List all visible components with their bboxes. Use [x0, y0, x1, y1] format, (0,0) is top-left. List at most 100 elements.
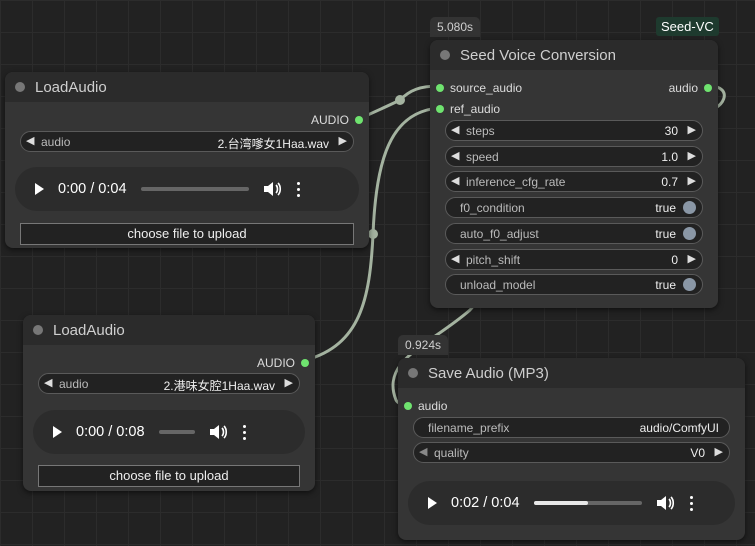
output-slot-audio[interactable]: audio [669, 81, 712, 95]
node-title-bar[interactable]: LoadAudio [23, 315, 315, 345]
output-slot-row: AUDIO [23, 351, 315, 372]
output-slot-audio[interactable]: AUDIO [311, 113, 363, 127]
volume-icon[interactable] [263, 181, 283, 197]
play-icon[interactable] [428, 497, 437, 509]
output-label: AUDIO [310, 113, 349, 127]
arrow-left-icon[interactable]: ◀ [44, 376, 52, 389]
pitch-shift-number-widget[interactable]: ◀ pitch_shift 0 ▶ [445, 249, 703, 270]
seek-bar[interactable] [140, 187, 249, 191]
steps-number-widget[interactable]: ◀ steps 30 ▶ [445, 120, 703, 141]
collapse-dot-icon[interactable] [33, 325, 43, 335]
toggle-knob-icon[interactable] [683, 227, 696, 240]
kebab-menu-icon[interactable] [296, 181, 301, 197]
volume-icon[interactable] [656, 495, 676, 511]
widget-label: inference_cfg_rate [466, 175, 566, 189]
speed-number-widget[interactable]: ◀ speed 1.0 ▶ [445, 146, 703, 167]
output-slot-audio[interactable]: AUDIO [257, 356, 309, 370]
arrow-left-icon[interactable]: ◀ [26, 134, 34, 147]
widget-label: pitch_shift [466, 253, 521, 267]
audio-player[interactable]: 0:00 / 0:04 [15, 167, 359, 211]
play-icon[interactable] [53, 426, 62, 438]
audio-file-combo[interactable]: ◀ audio 2.台湾嗲女1Haa.wav ▶ [20, 131, 354, 152]
widget-value: true [655, 278, 676, 292]
input-dot-icon[interactable] [404, 402, 412, 410]
widget-value: audio/ComfyUI [639, 421, 719, 435]
seed-voice-conversion-node[interactable]: Seed Voice Conversion source_audio audio… [430, 40, 718, 308]
input-slot-source-audio[interactable]: source_audio [436, 81, 522, 95]
combo-value: 2.台湾嗲女1Haa.wav [217, 137, 329, 151]
widget-label: f0_condition [460, 201, 525, 215]
audio-player[interactable]: 0:02 / 0:04 [408, 481, 735, 525]
decrement-arrow-icon[interactable]: ◀ [451, 123, 459, 136]
seek-bar[interactable] [158, 430, 195, 434]
increment-arrow-icon[interactable]: ▶ [688, 252, 696, 265]
decrement-arrow-icon[interactable]: ◀ [451, 149, 459, 162]
slot-row-ref: ref_audio [430, 97, 718, 118]
seek-bar[interactable] [533, 501, 642, 505]
output-label: AUDIO [256, 356, 295, 370]
arrow-right-icon[interactable]: ▶ [339, 134, 347, 147]
toggle-knob-icon[interactable] [683, 201, 696, 214]
load-audio-node-2[interactable]: LoadAudio AUDIO ◀ audio 2.港味女腔1Haa.wav ▶… [23, 315, 315, 491]
wire-midpoint-2 [368, 229, 378, 239]
player-time: 0:00 / 0:08 [76, 424, 145, 440]
arrow-right-icon[interactable]: ▶ [285, 376, 293, 389]
execution-time-badge: 5.080s [430, 17, 481, 37]
node-title-bar[interactable]: Seed Voice Conversion [430, 40, 718, 70]
combo-label: audio [41, 135, 71, 149]
quality-combo[interactable]: ◀ quality V0 ▶ [413, 442, 730, 463]
node-title: Seed Voice Conversion [460, 46, 616, 64]
output-slot-row: AUDIO [5, 108, 369, 129]
collapse-dot-icon[interactable] [440, 50, 450, 60]
decrement-arrow-icon[interactable]: ◀ [451, 174, 459, 187]
kebab-menu-icon[interactable] [242, 424, 247, 440]
collapse-dot-icon[interactable] [15, 82, 25, 92]
kebab-menu-icon[interactable] [689, 495, 694, 511]
widget-value: true [655, 201, 676, 215]
player-time: 0:02 / 0:04 [451, 495, 520, 511]
toggle-knob-icon[interactable] [683, 278, 696, 291]
player-time: 0:00 / 0:04 [58, 181, 127, 197]
widget-label: unload_model [460, 278, 536, 292]
output-dot-icon[interactable] [704, 84, 712, 92]
execution-time-badge: 0.924s [398, 335, 449, 355]
node-title-bar[interactable]: LoadAudio [5, 72, 369, 102]
choose-file-upload-button[interactable]: choose file to upload [38, 465, 300, 487]
input-slot-ref-audio[interactable]: ref_audio [436, 102, 500, 116]
seek-bar-fill [533, 501, 588, 505]
load-audio-node-1[interactable]: LoadAudio AUDIO ◀ audio 2.台湾嗲女1Haa.wav ▶… [5, 72, 369, 248]
inference-cfg-rate-number-widget[interactable]: ◀ inference_cfg_rate 0.7 ▶ [445, 171, 703, 192]
widget-value: 30 [664, 124, 678, 138]
decrement-arrow-icon[interactable]: ◀ [451, 252, 459, 265]
choose-file-upload-button[interactable]: choose file to upload [20, 223, 354, 245]
auto-f0-adjust-toggle[interactable]: auto_f0_adjust true [445, 223, 703, 244]
widget-label: filename_prefix [428, 421, 510, 435]
combo-value: 2.港味女腔1Haa.wav [163, 379, 275, 393]
increment-arrow-icon[interactable]: ▶ [688, 149, 696, 162]
output-dot-icon[interactable] [355, 116, 363, 124]
input-slot-audio[interactable]: audio [404, 399, 447, 413]
arrow-left-icon[interactable]: ◀ [419, 445, 427, 458]
play-icon[interactable] [35, 183, 44, 195]
output-label: audio [668, 81, 698, 95]
collapse-dot-icon[interactable] [408, 368, 418, 378]
widget-label: speed [466, 150, 499, 164]
wire-midpoint-1 [395, 95, 405, 105]
input-dot-icon[interactable] [436, 105, 444, 113]
increment-arrow-icon[interactable]: ▶ [688, 174, 696, 187]
volume-icon[interactable] [209, 424, 229, 440]
node-title: LoadAudio [35, 78, 107, 96]
increment-arrow-icon[interactable]: ▶ [688, 123, 696, 136]
unload-model-toggle[interactable]: unload_model true [445, 274, 703, 295]
f0-condition-toggle[interactable]: f0_condition true [445, 197, 703, 218]
arrow-right-icon[interactable]: ▶ [715, 445, 723, 458]
node-title-bar[interactable]: Save Audio (MP3) [398, 358, 745, 388]
widget-label: steps [466, 124, 495, 138]
filename-prefix-text-widget[interactable]: filename_prefix audio/ComfyUI [413, 417, 730, 438]
save-audio-mp3-node[interactable]: Save Audio (MP3) audio filename_prefix a… [398, 358, 745, 540]
output-dot-icon[interactable] [301, 359, 309, 367]
audio-file-combo[interactable]: ◀ audio 2.港味女腔1Haa.wav ▶ [38, 373, 300, 394]
slot-row-audio: audio [398, 394, 745, 415]
audio-player[interactable]: 0:00 / 0:08 [33, 410, 305, 454]
input-dot-icon[interactable] [436, 84, 444, 92]
